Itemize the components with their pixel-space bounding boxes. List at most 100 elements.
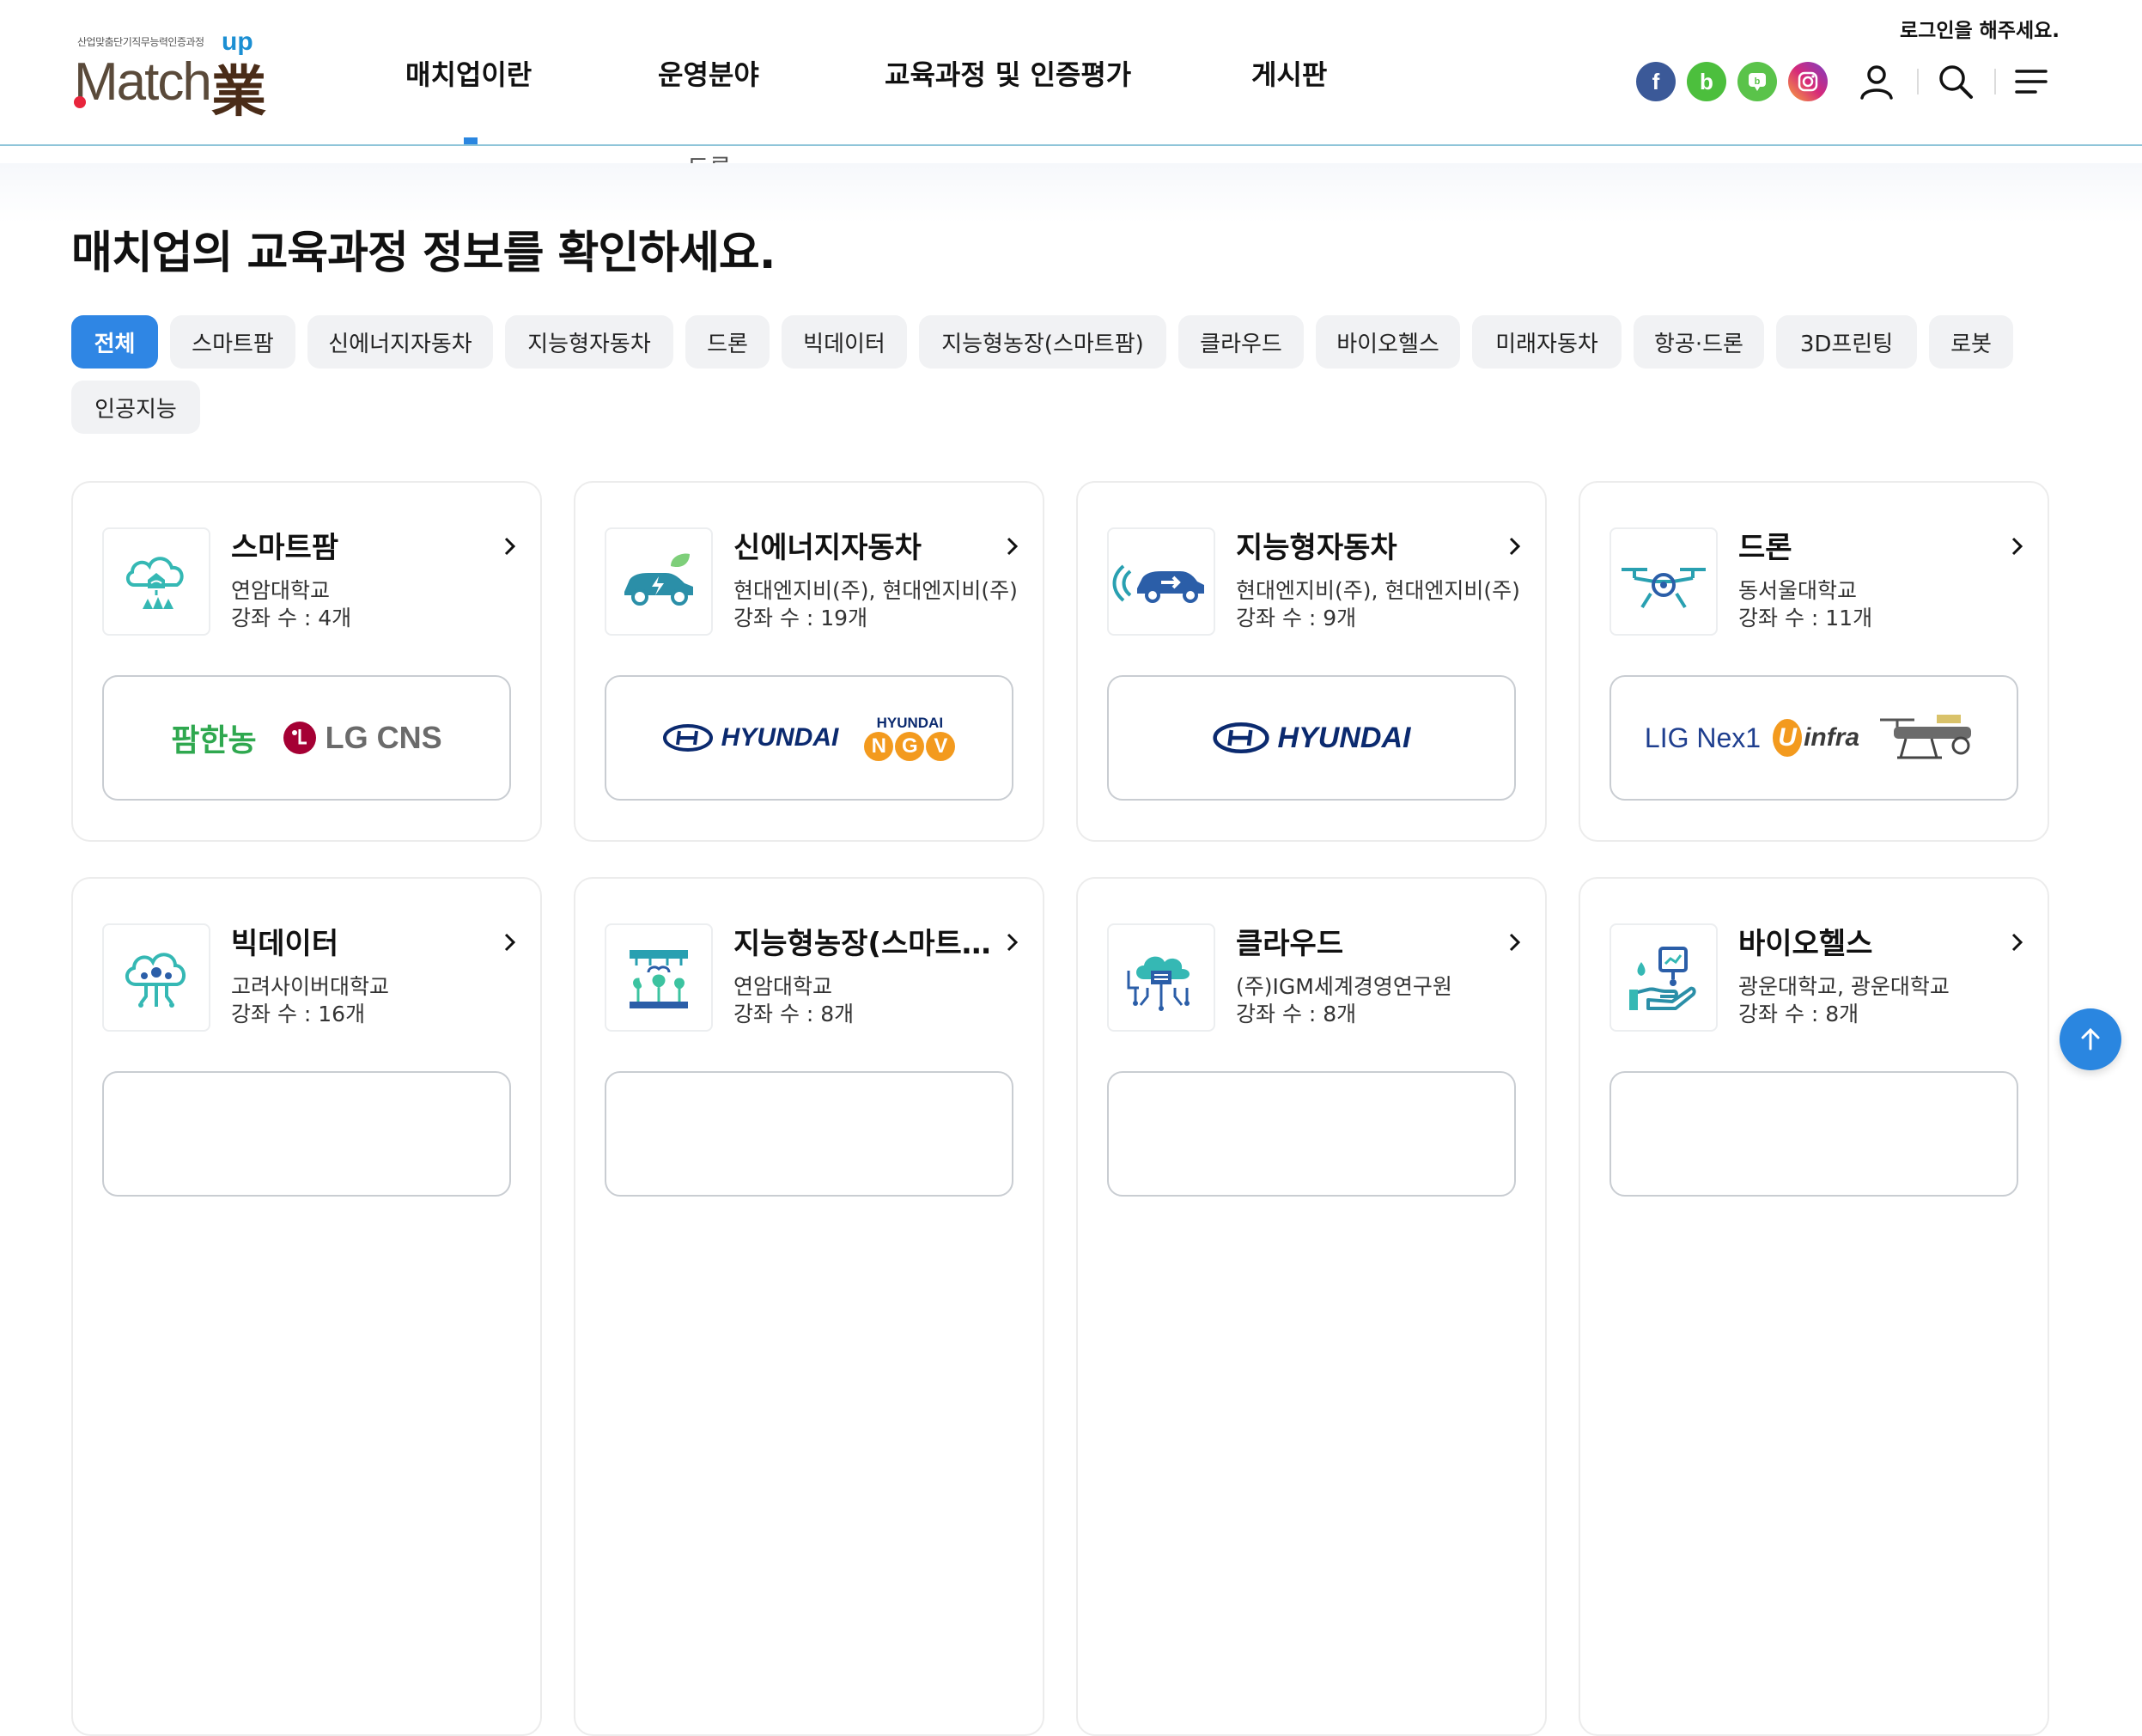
filter-chip-all[interactable]: 전체 — [71, 315, 158, 369]
facebook-icon[interactable]: f — [1636, 62, 1676, 101]
card-title: 드론 — [1738, 531, 1792, 565]
card-organization: 현대엔지비(주), 현대엔지비(주) — [1236, 578, 1520, 603]
partner-logo-infra: U infra — [1773, 719, 1859, 757]
card-course-count: 강좌 수 : 9개 — [1236, 606, 1357, 630]
course-card[interactable]: 클라우드 (주)IGM세계경영연구원 강좌 수 : 8개 — [1076, 877, 1547, 1736]
partner-logo-hyundai: HYUNDAI — [662, 723, 838, 752]
card-organization: 동서울대학교 — [1738, 578, 1858, 603]
partner-logos: 팜한농 LG CNS — [102, 675, 511, 801]
card-title: 클라우드 — [1236, 927, 1344, 961]
chevron-right-icon — [2011, 537, 2023, 556]
logo-wordmark: Match — [74, 52, 212, 112]
cloud-icon — [1107, 923, 1215, 1032]
arrow-up-icon — [2081, 1027, 2100, 1051]
card-organization: 연암대학교 — [231, 578, 331, 603]
chevron-right-icon — [1509, 537, 1521, 556]
card-title: 신에너지자동차 — [733, 531, 922, 565]
card-title: 빅데이터 — [231, 927, 339, 961]
filter-chip[interactable]: 로봇 — [1929, 315, 2013, 369]
partner-logos — [1610, 1071, 2018, 1197]
site-logo[interactable]: 산업맞춤단기직무능력인증과정 Match up 業 — [74, 22, 289, 125]
filter-chip[interactable]: 지능형농장(스마트팜) — [919, 315, 1166, 369]
chevron-right-icon — [2011, 933, 2023, 952]
site-header: 산업맞춤단기직무능력인증과정 Match up 業 매치업이란 운영분야 교육과… — [0, 0, 2142, 146]
logo-tagline: 산업맞춤단기직무능력인증과정 — [77, 36, 204, 48]
bio-health-icon — [1610, 923, 1718, 1032]
nav-item-courses[interactable]: 교육과정 및 인증평가 — [885, 53, 1131, 93]
filter-chip[interactable]: 스마트팜 — [170, 315, 295, 369]
sub-header-band — [0, 163, 2142, 223]
card-organization: 연암대학교 — [733, 974, 833, 999]
course-card[interactable]: 빅데이터 고려사이버대학교 강좌 수 : 16개 — [71, 877, 542, 1736]
card-course-count: 강좌 수 : 16개 — [231, 1002, 366, 1026]
chevron-right-icon — [504, 537, 516, 556]
filter-chip[interactable]: 3D프린팅 — [1776, 315, 1917, 369]
big-data-icon — [102, 923, 210, 1032]
filter-chip[interactable]: 항공·드론 — [1634, 315, 1764, 369]
svg-text:b: b — [1755, 76, 1761, 87]
logo-dot — [74, 96, 86, 108]
search-icon[interactable] — [1934, 60, 1977, 103]
partner-logo-lig-nex1: LIG Nex1 — [1644, 722, 1762, 753]
filter-chip[interactable]: 지능형자동차 — [505, 315, 673, 369]
drone-icon — [1610, 527, 1718, 636]
drone-product-image — [1880, 715, 1972, 759]
card-course-count: 강좌 수 : 11개 — [1738, 606, 1873, 630]
nav-item-board[interactable]: 게시판 — [1251, 53, 1327, 93]
card-organization: 현대엔지비(주), 현대엔지비(주) — [733, 578, 1018, 603]
partner-logos: HYUNDAI HYUNDAI N G V — [605, 675, 1013, 801]
instagram-icon[interactable] — [1788, 62, 1828, 101]
chevron-right-icon — [1509, 933, 1521, 952]
login-message[interactable]: 로그인을 해주세요. — [1900, 14, 2060, 43]
partner-logos: LIG Nex1 U infra — [1610, 675, 2018, 801]
card-title: 바이오헬스 — [1738, 927, 1873, 961]
electric-car-icon — [605, 527, 713, 636]
card-title: 스마트팜 — [231, 531, 339, 565]
smart-greenhouse-icon — [605, 923, 713, 1032]
partner-logo-farmhannong: 팜한농 — [171, 723, 257, 758]
nav-item-about[interactable]: 매치업이란 — [405, 53, 532, 93]
partner-logo-hyundai-ngv: HYUNDAI N G V — [864, 715, 956, 761]
header-divider — [1917, 69, 1919, 94]
course-card[interactable]: 신에너지자동차 현대엔지비(주), 현대엔지비(주) 강좌 수 : 19개 HY… — [574, 481, 1044, 842]
card-title: 지능형농장(스마트팜) — [733, 927, 991, 961]
partner-logos: HYUNDAI — [1107, 675, 1516, 801]
filter-chip[interactable]: 클라우드 — [1178, 315, 1304, 369]
scroll-to-top-button[interactable] — [2060, 1008, 2121, 1070]
course-card[interactable]: 지능형농장(스마트팜) 연암대학교 강좌 수 : 8개 — [574, 877, 1044, 1736]
course-card[interactable]: 스마트팜 연암대학교 강좌 수 : 4개 팜한농 LG CNS — [71, 481, 542, 842]
card-course-count: 강좌 수 : 19개 — [733, 606, 868, 630]
card-course-count: 강좌 수 : 8개 — [1236, 1002, 1357, 1026]
filter-chip[interactable]: 미래자동차 — [1472, 315, 1622, 369]
nav-item-fields[interactable]: 운영분야 — [658, 53, 759, 93]
filter-chip[interactable]: 신에너지자동차 — [307, 315, 493, 369]
card-organization: (주)IGM세계경영연구원 — [1236, 974, 1452, 999]
chevron-right-icon — [1007, 537, 1019, 556]
course-card[interactable]: 바이오헬스 광운대학교, 광운대학교 강좌 수 : 8개 — [1579, 877, 2049, 1736]
card-course-count: 강좌 수 : 8개 — [733, 1002, 855, 1026]
blog-icon[interactable]: b — [1737, 62, 1777, 101]
header-divider — [1994, 69, 1996, 94]
partner-logos — [1107, 1071, 1516, 1197]
card-organization: 광운대학교, 광운대학교 — [1738, 974, 1950, 999]
menu-icon[interactable] — [2010, 60, 2053, 103]
course-card[interactable]: 드론 동서울대학교 강좌 수 : 11개 LIG Nex1 U infra — [1579, 481, 2049, 842]
course-card[interactable]: 지능형자동차 현대엔지비(주), 현대엔지비(주) 강좌 수 : 9개 HYUN… — [1076, 481, 1547, 842]
card-organization: 고려사이버대학교 — [231, 974, 390, 999]
filter-chip[interactable]: 빅데이터 — [782, 315, 907, 369]
smart-car-icon — [1107, 527, 1215, 636]
band-icon[interactable]: b — [1687, 62, 1726, 101]
logo-hanja: 業 — [211, 61, 266, 125]
nav-active-indicator — [464, 137, 478, 144]
filter-chip[interactable]: 바이오헬스 — [1316, 315, 1460, 369]
filter-chip[interactable]: 인공지능 — [71, 381, 200, 434]
filter-chip[interactable]: 드론 — [685, 315, 770, 369]
card-course-count: 강좌 수 : 4개 — [231, 606, 352, 630]
partner-logo-lgcns: LG CNS — [283, 720, 442, 756]
card-title: 지능형자동차 — [1236, 531, 1397, 565]
partner-logos — [605, 1071, 1013, 1197]
user-icon[interactable] — [1855, 60, 1898, 103]
smart-farm-icon — [102, 527, 210, 636]
chevron-right-icon — [504, 933, 516, 952]
partner-logos — [102, 1071, 511, 1197]
